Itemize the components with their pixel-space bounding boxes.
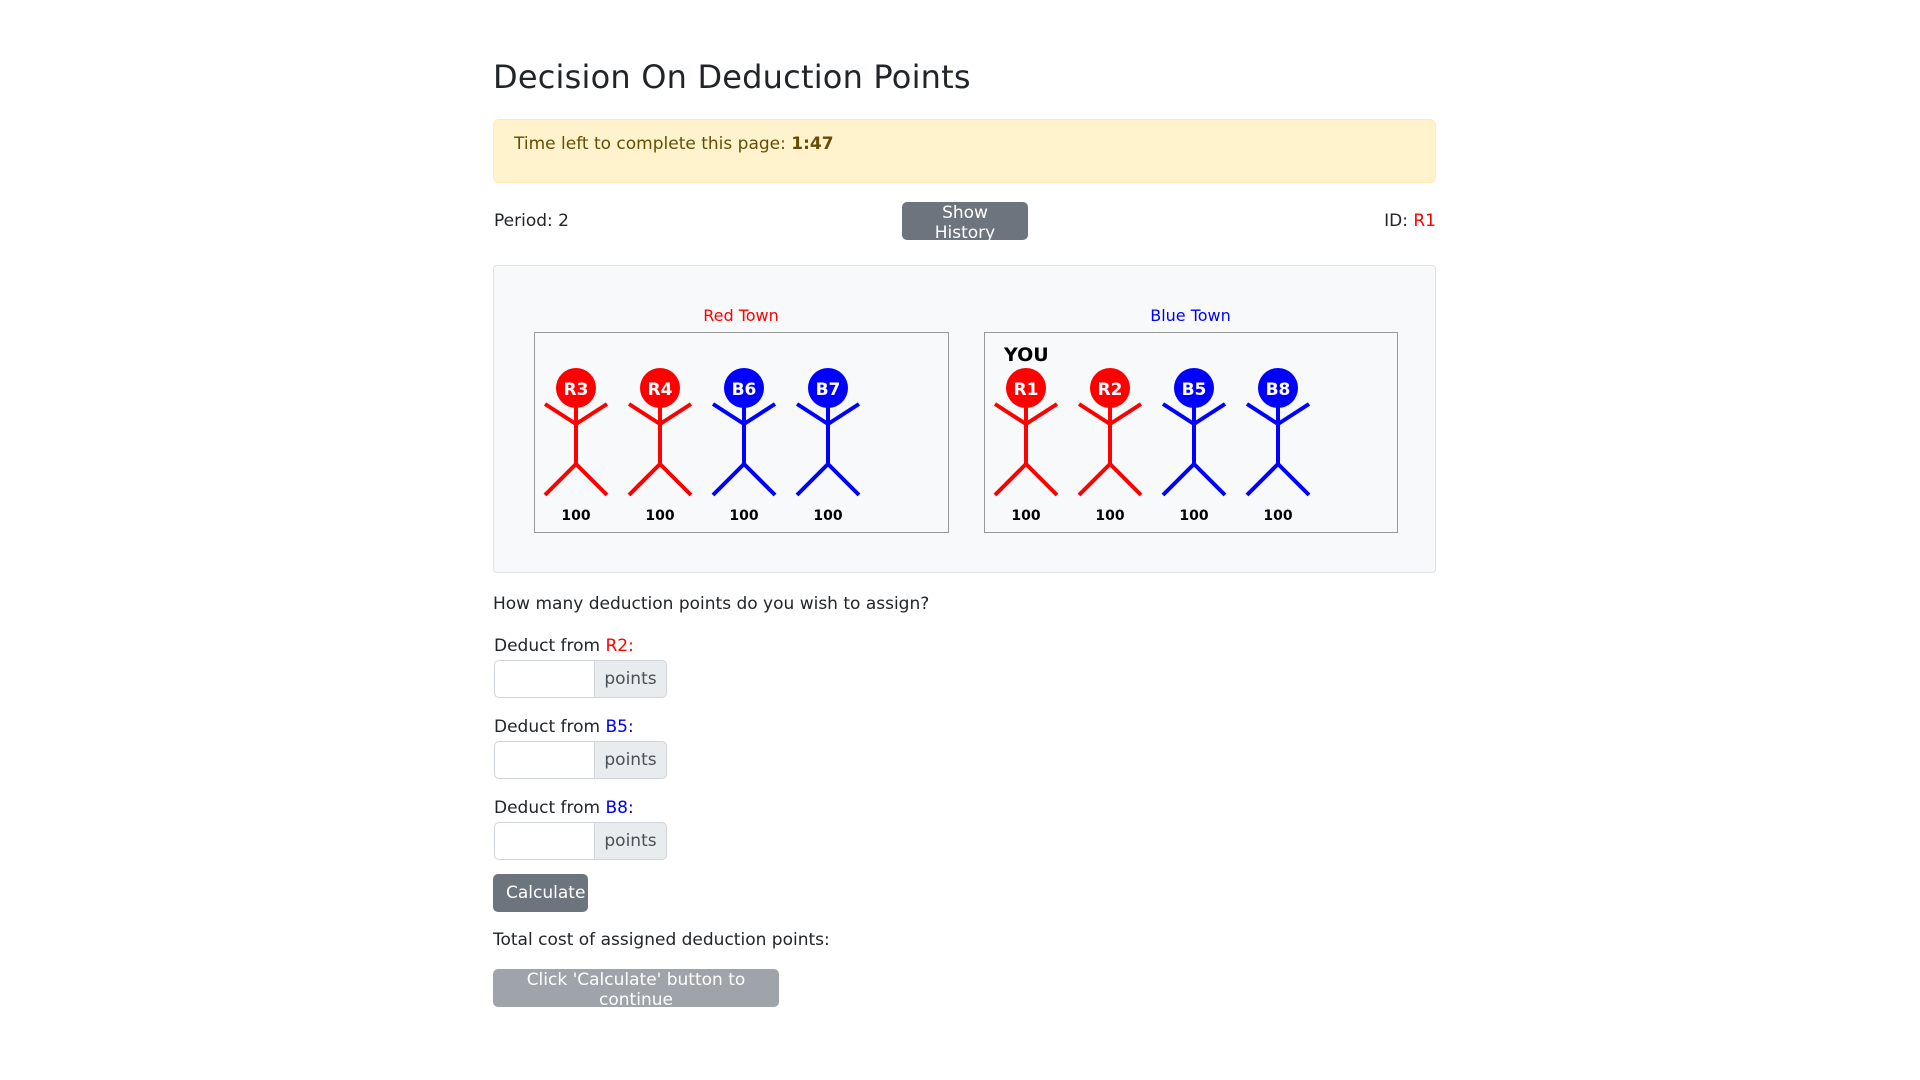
player-id-label: R1 <box>1014 380 1039 400</box>
player-id-label: B6 <box>732 380 757 400</box>
figure-left-leg <box>1161 462 1196 497</box>
info-row: Period: 2 Show History ID: R1 <box>493 202 1436 243</box>
figure-left-leg <box>543 462 578 497</box>
player-figure: R2 100 <box>1077 368 1143 524</box>
deduct-group-b8: Deduct from B8: points <box>494 797 674 860</box>
id-value: R1 <box>1413 211 1436 231</box>
total-cost-label: Total cost of assigned deduction points: <box>493 930 830 950</box>
deduction-question: How many deduction points do you wish to… <box>493 594 930 614</box>
player-id-label: B7 <box>816 380 841 400</box>
deduct-prefix: Deduct from <box>494 798 601 818</box>
points-suffix: points <box>594 660 667 698</box>
player-figure: B8 100 <box>1245 368 1311 524</box>
player-points: 100 <box>1095 508 1124 524</box>
figure-right-leg <box>1108 462 1143 497</box>
figure-left-leg <box>1245 462 1280 497</box>
player-id-label: R4 <box>648 380 673 400</box>
player-figure: R4 100 <box>627 368 693 524</box>
calculate-button[interactable]: Calculate <box>493 874 588 912</box>
timer-value: 1:47 <box>791 134 834 154</box>
player-figure: B5 100 <box>1161 368 1227 524</box>
deduct-target: R2: <box>605 636 634 656</box>
player-id-label: R2 <box>1098 380 1123 400</box>
deduct-group-r2: Deduct from R2: points <box>494 635 674 698</box>
deduct-input-b8[interactable] <box>494 822 594 860</box>
deduct-prefix: Deduct from <box>494 717 601 737</box>
player-figure: B7 100 <box>795 368 861 524</box>
town-red: Red Town R3 100 R4 100 B6 100 B7 100 <box>534 306 949 533</box>
deduct-target: B5: <box>605 717 634 737</box>
deduct-label: Deduct from B8: <box>494 797 674 819</box>
figure-left-leg <box>711 462 746 497</box>
player-figure: R1 100 <box>993 368 1059 524</box>
town-name: Blue Town <box>1150 306 1231 325</box>
deduct-target: B8: <box>605 798 634 818</box>
figure-right-leg <box>742 462 777 497</box>
you-label: YOU <box>1003 344 1049 366</box>
player-points: 100 <box>813 508 842 524</box>
town-name: Red Town <box>703 306 779 325</box>
continue-button[interactable]: Click 'Calculate' button to continue <box>493 969 779 1010</box>
player-points: 100 <box>561 508 590 524</box>
page-title: Decision On Deduction Points <box>493 58 971 96</box>
period-label: Period: <box>494 211 553 231</box>
period-value: 2 <box>558 211 569 231</box>
player-figure: B6 100 <box>711 368 777 524</box>
figure-left-leg <box>1077 462 1112 497</box>
deduct-group-b5: Deduct from B5: points <box>494 716 674 779</box>
deduct-label: Deduct from R2: <box>494 635 674 657</box>
figure-right-leg <box>1024 462 1059 497</box>
points-suffix: points <box>594 822 667 860</box>
deduct-input-b5[interactable] <box>494 741 594 779</box>
figure-right-leg <box>1276 462 1311 497</box>
points-suffix: points <box>594 741 667 779</box>
player-points: 100 <box>1263 508 1292 524</box>
player-points: 100 <box>1179 508 1208 524</box>
player-id-label: B8 <box>1266 380 1291 400</box>
player-id: ID: R1 <box>1384 211 1436 231</box>
figure-right-leg <box>826 462 861 497</box>
towns-diagram: Red Town R3 100 R4 100 B6 100 B7 100 Blue Town YOU… <box>534 306 1398 533</box>
figure-right-leg <box>658 462 693 497</box>
figure-left-leg <box>627 462 662 497</box>
player-points: 100 <box>645 508 674 524</box>
deduct-label: Deduct from B5: <box>494 716 674 738</box>
deduct-prefix: Deduct from <box>494 636 601 656</box>
player-id-label: B5 <box>1182 380 1207 400</box>
deduct-input-group: points <box>494 822 674 860</box>
figure-right-leg <box>574 462 609 497</box>
player-points: 100 <box>1011 508 1040 524</box>
deduct-input-group: points <box>494 660 674 698</box>
id-label: ID: <box>1384 211 1408 231</box>
period-indicator: Period: 2 <box>494 211 569 231</box>
player-points: 100 <box>729 508 758 524</box>
figure-right-leg <box>1192 462 1227 497</box>
deduct-input-r2[interactable] <box>494 660 594 698</box>
figure-left-leg <box>993 462 1028 497</box>
deduct-input-group: points <box>494 741 674 779</box>
town-blue: Blue Town YOU R1 100 R2 100 B5 100 B8 100 <box>984 306 1398 533</box>
towns-panel: Red Town R3 100 R4 100 B6 100 B7 100 Blue Town YOU… <box>493 265 1436 573</box>
timer-alert: Time left to complete this page: 1:47 <box>493 119 1436 183</box>
show-history-button[interactable]: Show History <box>902 202 1028 243</box>
player-figure: R3 100 <box>543 368 609 524</box>
player-id-label: R3 <box>564 380 589 400</box>
town-box <box>534 332 949 533</box>
figure-left-leg <box>795 462 830 497</box>
timer-label: Time left to complete this page: <box>514 134 786 154</box>
